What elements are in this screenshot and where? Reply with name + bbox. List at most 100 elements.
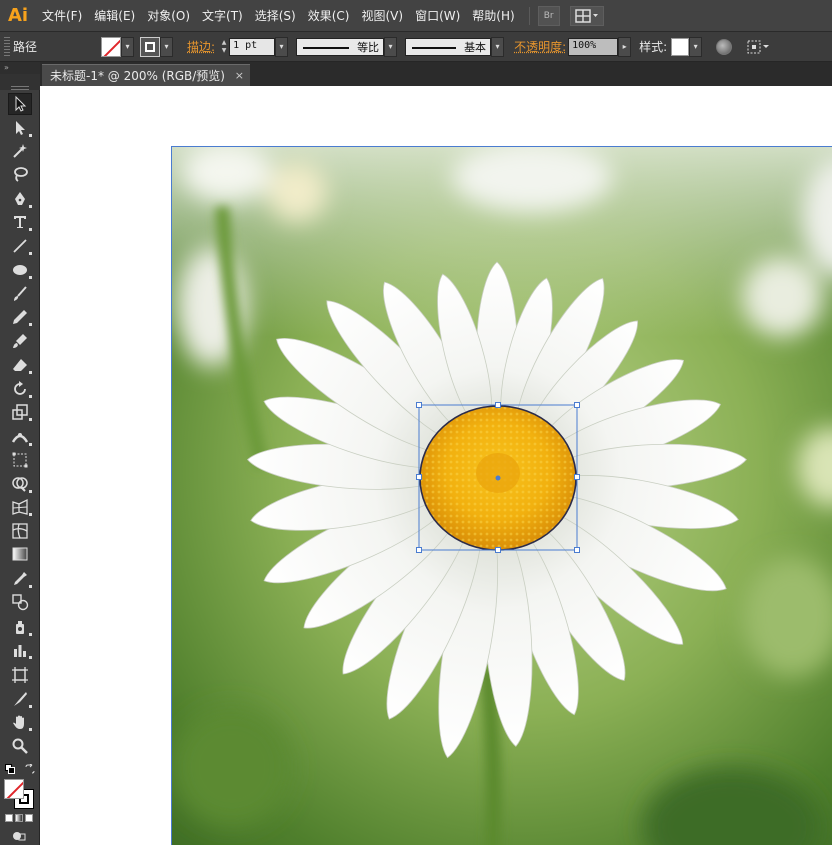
opacity-dropdown[interactable]: ▸: [618, 36, 632, 57]
gradient-icon: [12, 547, 28, 561]
selection-tool[interactable]: [8, 93, 32, 115]
lasso-tool[interactable]: [8, 163, 32, 185]
document-tab-bar: 未标题-1* @ 200% (RGB/预览) ×: [40, 62, 832, 86]
zoom-magnifier-icon: [12, 738, 28, 754]
hand-icon: [13, 715, 24, 729]
hand-tool[interactable]: [8, 711, 32, 733]
color-mode-gradient-button[interactable]: [15, 814, 23, 822]
tool-flyout-indicator: [29, 134, 32, 137]
direct-selection-tool[interactable]: [8, 117, 32, 139]
width-tool[interactable]: [8, 426, 32, 448]
style-label: 样式:: [639, 40, 668, 54]
opacity-input[interactable]: 100%: [568, 37, 619, 56]
fill-swatch[interactable]: [101, 36, 122, 57]
selection-type-label: 路径: [13, 40, 38, 54]
default-colors-button[interactable]: [5, 763, 15, 774]
artboard-icon: [12, 667, 28, 683]
menu-object[interactable]: 对象(O): [141, 0, 196, 32]
graphic-style-dropdown[interactable]: ▾: [689, 36, 703, 57]
swap-colors-button[interactable]: [25, 763, 35, 774]
artboard[interactable]: [171, 146, 832, 845]
symbol-sprayer-tool[interactable]: [8, 616, 32, 638]
close-tab-icon[interactable]: ×: [235, 69, 244, 82]
column-graph-tool[interactable]: [8, 639, 32, 661]
arrange-documents-button[interactable]: [569, 5, 604, 26]
stroke-label[interactable]: 描边:: [187, 38, 215, 55]
menu-edit[interactable]: 编辑(E): [88, 0, 141, 32]
document-tab[interactable]: 未标题-1* @ 200% (RGB/预览) ×: [42, 64, 250, 86]
default-colors-icon: [5, 764, 15, 774]
pencil-tool[interactable]: [8, 306, 32, 328]
variable-width-profile[interactable]: 等比: [296, 37, 385, 56]
canvas-workspace[interactable]: [40, 86, 832, 845]
brush-line-preview: [412, 46, 457, 49]
zoom-tool[interactable]: [8, 735, 32, 757]
recolor-artwork-icon[interactable]: [716, 38, 733, 55]
brush-definition[interactable]: 基本: [405, 37, 492, 56]
daisy-photo[interactable]: [172, 147, 832, 845]
fill-dropdown[interactable]: ▾: [121, 36, 135, 57]
artboard-tool[interactable]: [8, 664, 32, 686]
paintbrush-icon: [14, 286, 27, 301]
slice-tool[interactable]: [8, 688, 32, 710]
type-t-icon: [14, 216, 26, 228]
brush-dropdown[interactable]: ▾: [491, 36, 505, 57]
slice-knife-icon: [14, 692, 27, 706]
pen-tool[interactable]: [8, 188, 32, 210]
stroke-swatch[interactable]: [140, 36, 161, 57]
profile-dropdown[interactable]: ▾: [384, 36, 398, 57]
stroke-weight-input[interactable]: 1 pt: [229, 37, 276, 56]
menu-view[interactable]: 视图(V): [355, 0, 409, 32]
profile-line-preview: [303, 46, 350, 49]
scale-tool[interactable]: [8, 401, 32, 423]
type-tool[interactable]: [8, 211, 32, 233]
stroke-weight-dropdown[interactable]: ▾: [275, 36, 289, 57]
blend-icon: [12, 594, 29, 611]
tool-flyout-indicator: [29, 371, 32, 374]
graphic-style-swatch[interactable]: [671, 37, 690, 56]
color-mode-color-button[interactable]: [5, 814, 13, 822]
eyedropper-icon: [14, 572, 27, 585]
menu-effect[interactable]: 效果(C): [302, 0, 356, 32]
eyedropper-tool[interactable]: [8, 568, 32, 590]
color-mode-none-button[interactable]: [25, 814, 33, 822]
menu-window[interactable]: 窗口(W): [409, 0, 466, 32]
bridge-button[interactable]: Br: [537, 5, 560, 26]
mesh-tool[interactable]: [8, 520, 32, 542]
ellipse-tool[interactable]: [8, 259, 32, 281]
eraser-tool[interactable]: [8, 354, 32, 376]
align-icon: [747, 40, 770, 53]
stroke-dropdown[interactable]: ▾: [160, 36, 174, 57]
control-bar: 路径 ▾ ▾ 描边: ▲ ▼ 1 pt ▾ 等比 ▾ 基本 ▾ 不透明度: 100…: [0, 32, 832, 62]
document-tab-title: 未标题-1* @ 200% (RGB/预览): [50, 69, 225, 83]
stroke-weight-spinner[interactable]: ▲ ▼: [219, 37, 229, 57]
menu-type[interactable]: 文字(T): [196, 0, 249, 32]
blend-tool[interactable]: [8, 591, 32, 613]
magic-wand-tool[interactable]: [8, 140, 32, 162]
gradient-tool[interactable]: [8, 543, 32, 565]
control-bar-grip[interactable]: [4, 36, 10, 57]
tool-flyout-indicator: [29, 395, 32, 398]
shape-builder-icon: [12, 477, 28, 492]
stroke-swatch-icon: [145, 41, 156, 52]
rotate-tool[interactable]: [8, 378, 32, 400]
selection-arrow-icon: [15, 95, 27, 112]
tool-flyout-indicator: [29, 728, 32, 731]
menu-help[interactable]: 帮助(H): [466, 0, 520, 32]
perspective-grid-tool[interactable]: [8, 496, 32, 518]
toolbox-collapse[interactable]: »: [0, 62, 40, 74]
line-tool[interactable]: [8, 235, 32, 257]
menu-file[interactable]: 文件(F): [36, 0, 88, 32]
shape-builder-tool[interactable]: [8, 473, 32, 495]
paintbrush-tool[interactable]: [8, 283, 32, 305]
drawing-mode-button[interactable]: [12, 830, 26, 842]
opacity-label[interactable]: 不透明度:: [514, 38, 566, 55]
tool-flyout-indicator: [29, 633, 32, 636]
fill-color-box[interactable]: [4, 779, 24, 799]
align-options-button[interactable]: [746, 37, 772, 57]
tool-flyout-indicator: [29, 656, 32, 659]
toolbox: [0, 86, 40, 845]
free-transform-tool[interactable]: [8, 449, 32, 471]
menu-select[interactable]: 选择(S): [249, 0, 302, 32]
blob-brush-tool[interactable]: [8, 330, 32, 352]
